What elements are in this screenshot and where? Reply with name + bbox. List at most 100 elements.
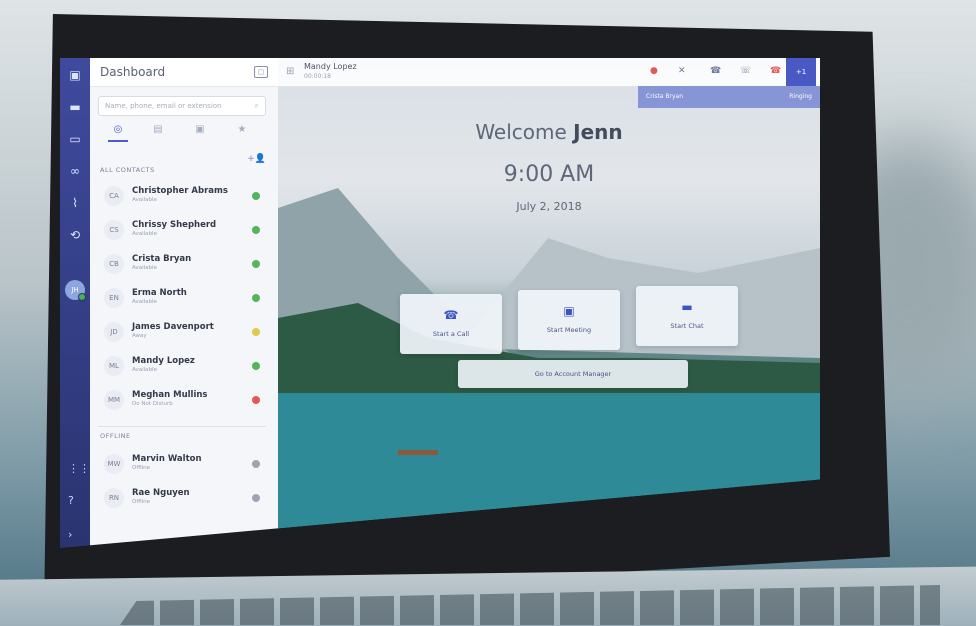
contact-name: Rae Nguyen — [132, 488, 190, 498]
record-icon[interactable]: ● — [650, 66, 658, 76]
chat-bubble-icon: ▬ — [681, 300, 693, 314]
offline-divider — [98, 426, 266, 427]
search-input[interactable]: Name, phone, email or extension ⌕ — [98, 96, 266, 116]
user-avatar-initials: JH — [71, 286, 79, 294]
phone-icon: ☎ — [443, 308, 459, 322]
contact-avatar: CA — [104, 186, 124, 206]
contact-name: James Davenport — [132, 322, 214, 332]
welcome-heading: Welcome Jenn — [278, 120, 820, 144]
contact-row[interactable]: ML Mandy Lopez Available — [98, 352, 270, 380]
account-manager-button[interactable]: Go to Account Manager — [458, 360, 688, 388]
contact-name: Erma North — [132, 288, 187, 298]
contact-status: Available — [132, 197, 157, 203]
contact-avatar: MW — [104, 454, 124, 474]
contact-status: Offline — [132, 465, 151, 471]
status-dot — [252, 362, 260, 370]
contact-avatar: ML — [104, 356, 124, 376]
start-meeting-label: Start Meeting — [546, 326, 592, 334]
clock-time: 9:00 AM — [503, 162, 595, 187]
contact-status: Available — [132, 367, 157, 373]
panel-header: Dashboard ▢ — [90, 58, 278, 87]
welcome-user-name: Jenn — [573, 120, 623, 144]
contact-row[interactable]: MW Marvin Walton Offline — [98, 450, 270, 478]
canoe — [398, 450, 438, 455]
ringing-status: Ringing — [789, 93, 812, 100]
contact-row[interactable]: RN Rae Nguyen Offline — [98, 484, 270, 512]
contact-status: Away — [132, 333, 147, 339]
star-icon[interactable]: ★ — [232, 124, 252, 140]
presentation-icon[interactable]: ▢ — [254, 66, 268, 78]
user-avatar[interactable]: JH — [65, 280, 86, 301]
voicemail-icon[interactable]: ∞ — [66, 162, 84, 180]
contact-status: Available — [132, 231, 157, 237]
add-contact-icon[interactable]: +👤 — [247, 154, 266, 164]
start-call-button[interactable]: ☎ Start a Call — [400, 294, 502, 354]
contact-row[interactable]: CS Chrissy Shepherd Available — [98, 216, 270, 244]
status-dot — [252, 226, 260, 234]
contact-name: Marvin Walton — [132, 454, 202, 464]
presence-dot — [78, 293, 86, 301]
contact-name: Chrissy Shepherd — [132, 220, 217, 230]
start-chat-button[interactable]: ▬ Start Chat — [636, 286, 738, 346]
dialpad-icon[interactable]: ⋮⋮ — [68, 462, 90, 475]
laptop: ▣ ▬ ▭ ∞ ⌇ ⟲ JH ⋮⋮ ? › Dashboard ▢ Name, … — [0, 0, 976, 626]
contact-name: Mandy Lopez — [132, 356, 195, 366]
status-dot — [252, 260, 260, 268]
status-dot — [252, 192, 260, 200]
id-card-icon[interactable]: ▣ — [190, 124, 210, 140]
contact-row[interactable]: JD James Davenport Away — [98, 318, 270, 346]
meeting-icon[interactable]: ▭ — [66, 130, 84, 148]
ringing-name: Crista Bryan — [646, 93, 683, 100]
dashboard-main: ⊞ Mandy Lopez 00:00:18 ● ✕ ☎ ☏ ☎ +1 Cris… — [278, 58, 820, 548]
contact-name: Meghan Mullins — [132, 390, 208, 400]
contact-status: Available — [132, 299, 157, 305]
app-logo-icon[interactable]: ▣ — [66, 66, 84, 84]
history-icon[interactable]: ⟲ — [66, 226, 84, 244]
contact-avatar: JD — [104, 322, 124, 342]
contact-row[interactable]: MM Meghan Mullins Do Not Disturb — [98, 386, 270, 414]
call-timer: 00:00:18 — [304, 73, 331, 80]
search-placeholder: Name, phone, email or extension — [105, 102, 222, 110]
contact-avatar: MM — [104, 390, 124, 410]
add-call-button[interactable]: +1 — [786, 58, 816, 86]
contact-row[interactable]: EN Erma North Available — [98, 284, 270, 312]
offline-label: OFFLINE — [100, 432, 131, 440]
status-dot — [252, 328, 260, 336]
contact-row[interactable]: CB Crista Bryan Available — [98, 250, 270, 278]
contact-avatar: EN — [104, 288, 124, 308]
activity-icon[interactable]: ⌇ — [66, 194, 84, 212]
contact-name: Christopher Abrams — [132, 186, 228, 196]
screen: ▣ ▬ ▭ ∞ ⌇ ⟲ JH ⋮⋮ ? › Dashboard ▢ Name, … — [60, 58, 820, 548]
chat-icon[interactable]: ▬ — [66, 98, 84, 116]
grid-icon[interactable]: ⊞ — [286, 66, 294, 77]
start-meeting-button[interactable]: ▣ Start Meeting — [518, 290, 620, 350]
all-contacts-label: ALL CONTACTS — [100, 166, 155, 174]
start-chat-label: Start Chat — [670, 322, 704, 330]
left-rail: ▣ ▬ ▭ ∞ ⌇ ⟲ JH ⋮⋮ ? › — [60, 58, 90, 548]
mute-icon[interactable]: ✕ — [678, 66, 686, 76]
status-dot — [252, 396, 260, 404]
search-icon: ⌕ — [254, 101, 259, 110]
call-topbar: ⊞ Mandy Lopez 00:00:18 ● ✕ ☎ ☏ ☎ +1 — [278, 58, 820, 87]
expand-icon[interactable]: › — [68, 528, 72, 541]
start-call-label: Start a Call — [432, 330, 470, 338]
contact-avatar: RN — [104, 488, 124, 508]
contacts-tabs: ◎ ▤ ▣ ★ — [98, 124, 268, 142]
clock-date: July 2, 2018 — [516, 200, 582, 213]
contact-status: Available — [132, 265, 157, 271]
page-title: Dashboard — [100, 65, 166, 79]
welcome-prefix: Welcome — [475, 120, 567, 144]
transfer-icon[interactable]: ☎ — [710, 66, 721, 76]
building-icon[interactable]: ▤ — [148, 124, 168, 140]
hangup-icon[interactable]: ☎ — [770, 66, 781, 76]
contact-avatar: CS — [104, 220, 124, 240]
status-dot — [252, 494, 260, 502]
contacts-panel: Dashboard ▢ Name, phone, email or extens… — [90, 58, 278, 548]
ringing-call-bar[interactable]: Crista Bryan Ringing — [638, 86, 820, 108]
meeting-icon: ▣ — [563, 304, 575, 318]
contact-row[interactable]: CA Christopher Abrams Available — [98, 182, 270, 210]
contact-status: Offline — [132, 499, 151, 505]
hold-icon[interactable]: ☏ — [740, 66, 751, 76]
globe-icon[interactable]: ◎ — [108, 124, 128, 142]
help-icon[interactable]: ? — [68, 494, 74, 507]
